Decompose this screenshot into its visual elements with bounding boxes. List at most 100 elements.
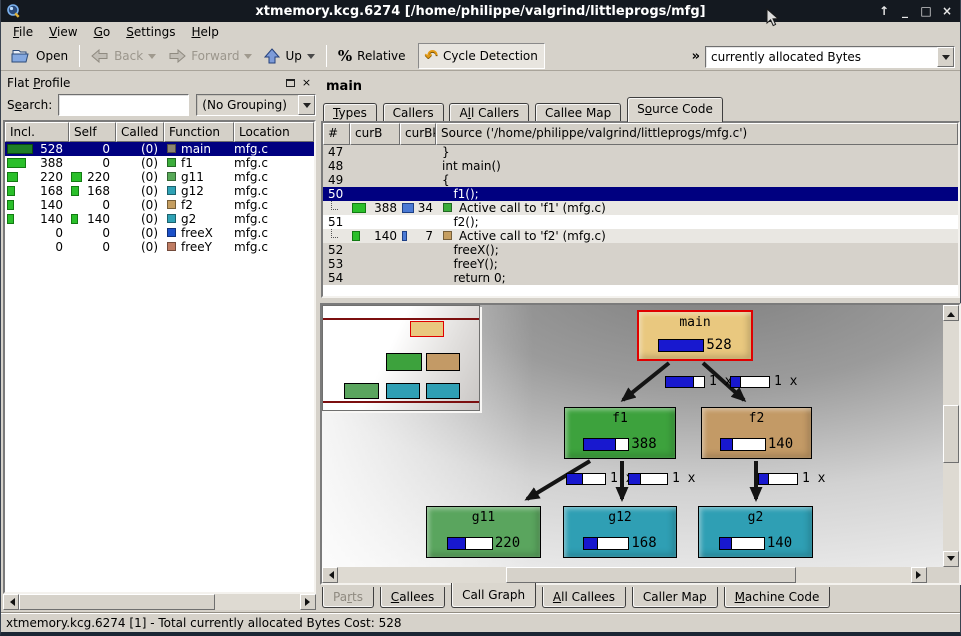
search-input[interactable] [58, 94, 189, 116]
incl-cost-bar [7, 200, 14, 210]
column-header-line[interactable]: # [323, 123, 350, 145]
tab-source-code[interactable]: Source Code [627, 97, 723, 122]
minimize-button[interactable]: _ [898, 4, 912, 18]
close-icon: × [302, 76, 311, 89]
graph-node-f1[interactable]: f1 388 [564, 407, 676, 459]
cycle-detection-button[interactable]: ↶ Cycle Detection [418, 43, 545, 69]
maximize-button[interactable]: □ [919, 4, 933, 18]
scroll-thumb[interactable] [506, 567, 796, 583]
menu-go[interactable]: Go [86, 23, 119, 41]
dock-float-button[interactable] [284, 76, 297, 89]
overview-node-main [410, 321, 444, 337]
tab-types[interactable]: Types [323, 103, 377, 123]
scroll-up-button[interactable] [943, 305, 959, 321]
table-row-f1[interactable]: 388 0 (0) f1 mfg.c [5, 156, 314, 170]
source-line-49[interactable]: 49{ [323, 173, 958, 187]
cycle-arrow-icon: ↶ [425, 49, 438, 63]
flat-profile-hscrollbar[interactable] [3, 594, 316, 610]
source-line-48[interactable]: 48int main() [323, 159, 958, 173]
tab-all-callees[interactable]: All Callees [542, 587, 626, 608]
tab-all-callers[interactable]: All Callers [449, 103, 529, 123]
back-button[interactable]: Back [85, 43, 162, 69]
forward-button[interactable]: Forward [162, 43, 258, 69]
grouping-select[interactable]: (No Grouping) [196, 94, 316, 116]
column-header-source[interactable]: Source ('/home/philippe/valgrind/littlep… [436, 123, 958, 145]
graph-overview-map[interactable] [322, 305, 480, 411]
column-header-curBk[interactable]: curBk [400, 123, 436, 145]
table-row-g2[interactable]: 140 140 (0) g2 mfg.c [5, 212, 314, 226]
close-button[interactable]: × [940, 4, 954, 18]
source-line-54[interactable]: 54 return 0; [323, 271, 958, 285]
cost-bar [583, 537, 629, 550]
toolbar-overflow-chevron[interactable]: » [692, 49, 700, 64]
triangle-up-icon [947, 308, 955, 317]
edge-label-f1-g12: 1 x [628, 471, 695, 486]
source-line-51[interactable]: 51 f2(); [323, 215, 958, 229]
flat-profile-dock-header[interactable]: Flat Profile × [3, 74, 316, 91]
incl-cost-bar [7, 172, 18, 182]
scroll-right-button[interactable] [300, 594, 316, 610]
tab-call-graph[interactable]: Call Graph [451, 583, 536, 608]
tab-callees[interactable]: Callees [380, 587, 445, 608]
dock-close-button[interactable]: × [300, 76, 313, 89]
call-graph-canvas[interactable]: main 528 f1 388 f2 140 g11 220 g12 168 g… [322, 305, 943, 567]
menu-view[interactable]: View [41, 23, 85, 41]
graph-node-g12[interactable]: g12 168 [563, 506, 677, 558]
column-header-called[interactable]: Called [116, 122, 164, 142]
tab-caller-map[interactable]: Caller Map [632, 587, 718, 608]
source-line-53[interactable]: 53 freeY(); [323, 257, 958, 271]
window-title: xtmemory.kcg.6274 [/home/philippe/valgri… [1, 4, 960, 19]
table-row-freeY[interactable]: 0 0 (0) freeY mfg.c [5, 240, 314, 254]
menu-settings[interactable]: Settings [118, 23, 183, 41]
table-row-f2[interactable]: 140 0 (0) f2 mfg.c [5, 198, 314, 212]
source-call-f2[interactable]: 140 7 Active call to 'f2' (mfg.c) [323, 229, 958, 243]
scroll-down-button[interactable] [943, 551, 959, 567]
up-button[interactable]: Up [258, 43, 320, 69]
graph-node-g11[interactable]: g11 220 [426, 506, 541, 558]
graph-node-f2[interactable]: f2 140 [701, 407, 812, 459]
column-header-location[interactable]: Location [234, 122, 314, 142]
relative-button[interactable]: % Relative [332, 43, 412, 69]
table-row-freeX[interactable]: 0 0 (0) freeX mfg.c [5, 226, 314, 240]
table-row-main[interactable]: 528 0 (0) main mfg.c [5, 142, 314, 156]
title-bar[interactable]: xtmemory.kcg.6274 [/home/philippe/valgri… [1, 0, 960, 22]
table-row-g12[interactable]: 168 168 (0) g12 mfg.c [5, 184, 314, 198]
column-header-curB[interactable]: curB [350, 123, 400, 145]
back-dropdown-icon[interactable] [148, 54, 156, 63]
menu-file[interactable]: File [5, 23, 41, 41]
column-header-incl[interactable]: Incl. [5, 122, 69, 142]
tab-callers[interactable]: Callers [383, 103, 444, 123]
graph-hscrollbar[interactable] [322, 567, 927, 583]
open-button[interactable]: Open [5, 43, 74, 69]
source-call-f1[interactable]: 388 34 Active call to 'f1' (mfg.c) [323, 201, 958, 215]
forward-dropdown-icon[interactable] [244, 54, 252, 63]
source-line-52[interactable]: 52 freeX(); [323, 243, 958, 257]
column-header-function[interactable]: Function [164, 122, 234, 142]
tab-callee-map[interactable]: Callee Map [535, 103, 621, 123]
table-row-g11[interactable]: 220 220 (0) g11 mfg.c [5, 170, 314, 184]
triangle-left-icon [325, 571, 334, 579]
source-line-50-selected[interactable]: 50 f1(); [323, 187, 958, 201]
scroll-left-button[interactable] [3, 594, 19, 610]
cost-bar [658, 339, 704, 352]
graph-node-main[interactable]: main 528 [637, 310, 753, 361]
scroll-left-button[interactable] [322, 567, 338, 583]
metric-select-arrow[interactable] [937, 47, 954, 67]
scroll-thumb[interactable] [19, 594, 215, 610]
tab-parts[interactable]: Parts [322, 587, 374, 608]
menu-help[interactable]: Help [183, 23, 226, 41]
cost-bar [447, 537, 493, 550]
grouping-select-arrow[interactable] [298, 95, 315, 115]
shade-button[interactable]: ↑ [877, 4, 891, 18]
scroll-thumb[interactable] [943, 405, 959, 463]
scroll-right-button[interactable] [911, 567, 927, 583]
graph-vscrollbar[interactable] [943, 305, 959, 567]
tab-machine-code[interactable]: Machine Code [724, 587, 831, 608]
function-color-icon [443, 231, 452, 240]
metric-select[interactable]: currently allocated Bytes [705, 46, 955, 68]
up-dropdown-icon[interactable] [307, 54, 315, 63]
overview-node-g2 [426, 383, 460, 399]
graph-node-g2[interactable]: g2 140 [698, 506, 813, 558]
column-header-self[interactable]: Self [69, 122, 116, 142]
source-line-47[interactable]: 47} [323, 145, 958, 159]
